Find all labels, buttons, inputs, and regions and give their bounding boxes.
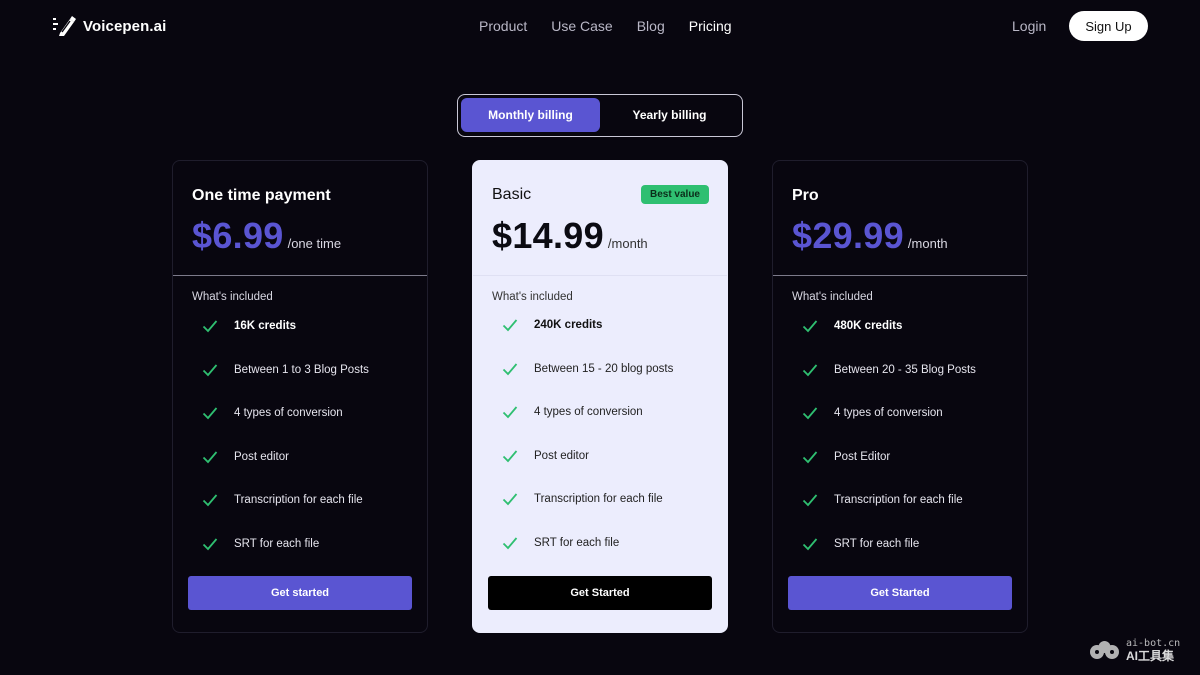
plan-period: /month: [607, 236, 648, 251]
check-icon: [502, 363, 518, 376]
check-icon: [802, 364, 818, 377]
feature-text: SRT for each file: [234, 538, 320, 550]
plan-card-one-time: One time payment $6.99 /one time What's …: [172, 160, 428, 633]
feature-text: 4 types of conversion: [234, 407, 343, 419]
watermark-name: AI工具集: [1126, 649, 1175, 663]
plan-price: $6.99: [192, 215, 284, 256]
feature-text: Post Editor: [834, 451, 891, 463]
divider: [173, 275, 427, 276]
monthly-billing-button[interactable]: Monthly billing: [461, 98, 600, 132]
price-row: $14.99 /month: [492, 215, 648, 257]
nav-blog[interactable]: Blog: [637, 18, 665, 34]
feature-item: 4 types of conversion: [202, 406, 343, 420]
feature-text: Post editor: [534, 450, 589, 462]
check-icon: [802, 320, 818, 333]
plan-price: $29.99: [792, 215, 904, 256]
watermark: ai-bot.cn AI工具集: [1088, 638, 1180, 662]
feature-item: Between 20 - 35 Blog Posts: [802, 363, 976, 377]
feature-text: Transcription for each file: [234, 494, 363, 506]
plan-period: /one time: [287, 236, 342, 251]
feature-text: Transcription for each file: [834, 494, 963, 506]
feature-item: Post editor: [502, 449, 589, 463]
feature-item: Post editor: [202, 450, 289, 464]
check-icon: [202, 407, 218, 420]
plan-card-basic: Basic Best value $14.99 /month What's in…: [472, 160, 728, 633]
watermark-text: ai-bot.cn AI工具集: [1126, 638, 1180, 662]
feature-item: SRT for each file: [502, 536, 619, 550]
feature-text: Between 1 to 3 Blog Posts: [234, 364, 369, 376]
feature-item: Transcription for each file: [202, 493, 363, 507]
check-icon: [202, 494, 218, 507]
check-icon: [502, 537, 518, 550]
feature-text: SRT for each file: [534, 537, 620, 549]
billing-toggle: Monthly billing Yearly billing: [457, 94, 743, 137]
included-label: What's included: [792, 291, 873, 303]
pen-microphone-icon: [53, 16, 76, 36]
logo[interactable]: Voicepen.ai: [52, 15, 166, 37]
check-icon: [802, 407, 818, 420]
main-nav: Product Use Case Blog Pricing: [479, 18, 732, 34]
check-icon: [502, 406, 518, 419]
check-icon: [202, 320, 218, 333]
check-icon: [502, 319, 518, 332]
feature-item: SRT for each file: [802, 537, 919, 551]
feature-item: Between 1 to 3 Blog Posts: [202, 363, 369, 377]
site-header: Voicepen.ai Product Use Case Blog Pricin…: [0, 0, 1200, 54]
get-started-button[interactable]: Get Started: [788, 576, 1012, 610]
robot-icon: [1090, 641, 1119, 659]
nav-pricing[interactable]: Pricing: [689, 18, 732, 34]
feature-item: 240K credits: [502, 318, 602, 332]
nav-use-case[interactable]: Use Case: [551, 18, 612, 34]
feature-text: Between 15 - 20 blog posts: [534, 363, 674, 375]
feature-text: 240K credits: [534, 319, 603, 331]
plan-card-pro: Pro $29.99 /month What's included 480K c…: [772, 160, 1028, 633]
check-icon: [802, 494, 818, 507]
check-icon: [202, 364, 218, 377]
feature-text: 16K credits: [234, 320, 297, 332]
feature-text: 4 types of conversion: [534, 406, 643, 418]
price-row: $6.99 /one time: [192, 215, 341, 257]
logo-text: Voicepen.ai: [83, 17, 167, 35]
plan-title: One time payment: [192, 187, 331, 204]
feature-item: SRT for each file: [202, 537, 319, 551]
feature-item: Post Editor: [802, 450, 890, 464]
feature-text: SRT for each file: [834, 538, 920, 550]
feature-item: 4 types of conversion: [802, 406, 943, 420]
check-icon: [202, 538, 218, 551]
feature-text: Post editor: [234, 451, 289, 463]
plan-title: Basic: [492, 186, 532, 203]
divider: [773, 275, 1027, 276]
feature-text: Transcription for each file: [534, 493, 663, 505]
feature-text: 4 types of conversion: [834, 407, 943, 419]
check-icon: [502, 450, 518, 463]
divider: [473, 275, 727, 276]
feature-item: 480K credits: [802, 319, 902, 333]
get-started-button[interactable]: Get Started: [488, 576, 712, 610]
get-started-button[interactable]: Get started: [188, 576, 412, 610]
sign-up-button[interactable]: Sign Up: [1069, 11, 1148, 41]
best-value-badge: Best value: [640, 185, 709, 204]
feature-text: 480K credits: [834, 320, 903, 332]
nav-product[interactable]: Product: [479, 18, 527, 34]
login-link[interactable]: Login: [1012, 18, 1046, 34]
check-icon: [202, 451, 218, 464]
feature-item: Transcription for each file: [802, 493, 963, 507]
plan-title: Pro: [792, 187, 819, 204]
check-icon: [502, 493, 518, 506]
included-label: What's included: [192, 291, 273, 303]
plan-period: /month: [907, 236, 948, 251]
price-row: $29.99 /month: [792, 215, 948, 257]
check-icon: [802, 451, 818, 464]
feature-item: 4 types of conversion: [502, 405, 643, 419]
included-label: What's included: [492, 291, 573, 303]
check-icon: [802, 538, 818, 551]
yearly-billing-button[interactable]: Yearly billing: [600, 98, 739, 132]
feature-item: Transcription for each file: [502, 492, 663, 506]
feature-item: Between 15 - 20 blog posts: [502, 362, 673, 376]
feature-text: Between 20 - 35 Blog Posts: [834, 364, 976, 376]
feature-item: 16K credits: [202, 319, 296, 333]
plan-price: $14.99: [492, 215, 604, 256]
